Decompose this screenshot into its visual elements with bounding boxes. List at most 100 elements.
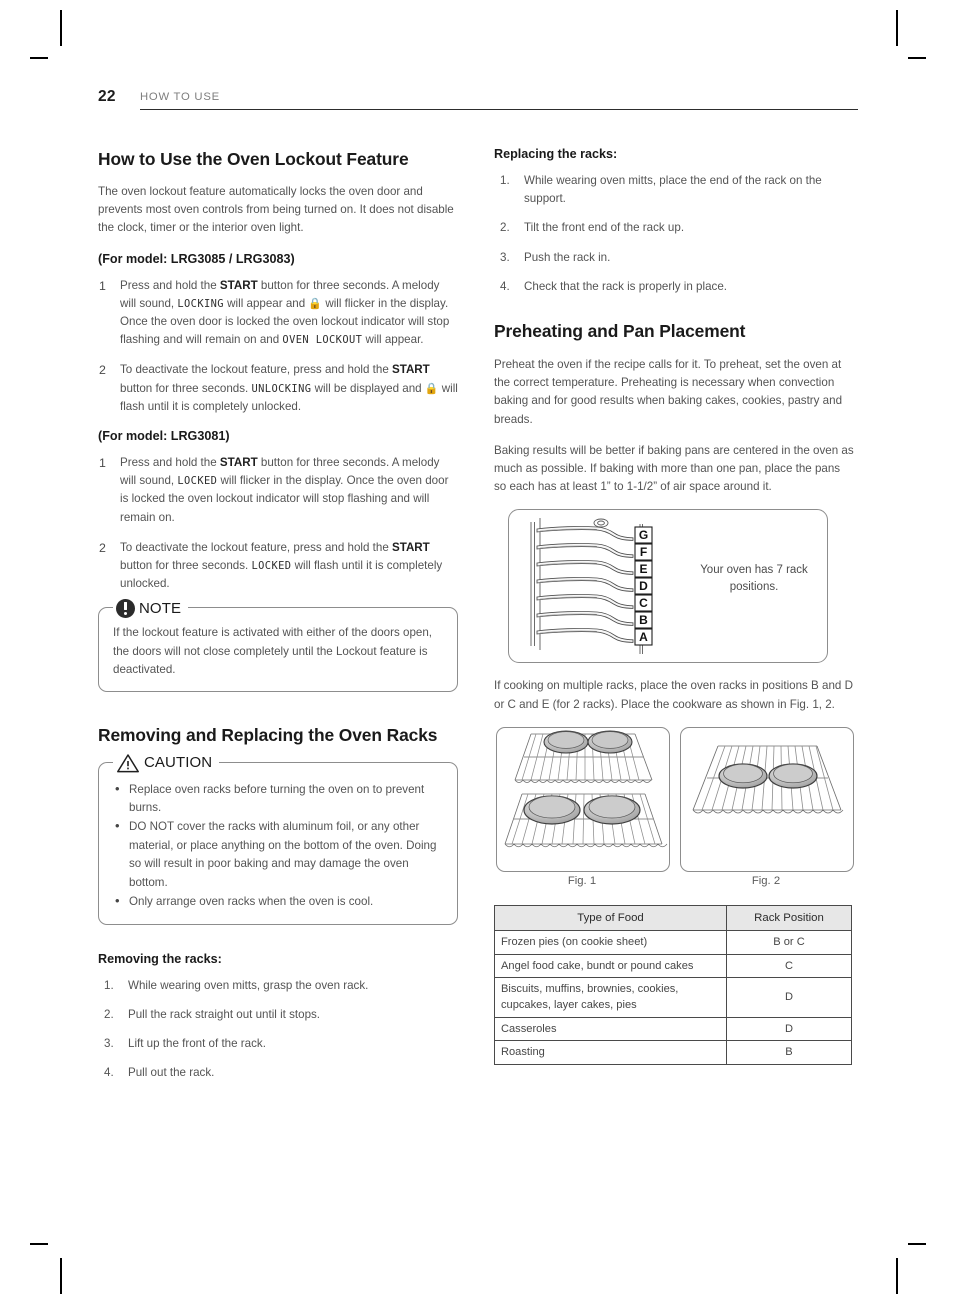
rack-label-letter: G [639, 528, 648, 542]
cell-rack-position: D [726, 977, 852, 1018]
list-number: 2. [500, 221, 510, 235]
running-head: 22 HOW TO USE [98, 88, 858, 114]
lockout-intro-paragraph: The oven lockout feature automatically l… [98, 185, 454, 235]
note-caption: NOTE [113, 597, 189, 620]
replacing-rack-step: 3. Push the rack in. [494, 249, 854, 267]
crop-mark-top-right-horizontal [908, 57, 926, 59]
crop-mark-top-left-vertical [60, 10, 62, 46]
table-header-row: Type of Food Rack Position [494, 904, 852, 932]
caution-callout: CAUTION Replace oven racks before turnin… [98, 751, 458, 925]
list-number: 4. [104, 1066, 114, 1080]
crop-mark-bottom-right-vertical [896, 1258, 898, 1294]
model-heading-lrg3085-lrg3083: (For model: LRG3085 / LRG3083) [98, 251, 295, 266]
figure-2-single-rack [680, 726, 854, 872]
exclamation-circle-icon [116, 598, 135, 618]
cell-rack-position: C [726, 953, 852, 979]
crop-mark-bottom-left-horizontal [30, 1243, 48, 1245]
oven-rack-positions-diagram: GFEDCBA Your oven has 7 rack positions. [508, 509, 828, 664]
list-number: 3. [104, 1036, 114, 1050]
removing-rack-step: 3. Lift up the front of the rack. [98, 1035, 458, 1053]
rack-positions-caption: Your oven has 7 rack positions. [700, 564, 808, 594]
page-number: 22 [98, 88, 116, 105]
note-label: NOTE [139, 599, 182, 617]
table-row: Biscuits, muffins, brownies, cookies, cu… [494, 977, 852, 1018]
figure-2-caption: Fig. 2 [751, 874, 781, 887]
replacing-rack-step: 1. While wearing oven mitts, place the en… [500, 174, 822, 206]
caution-bullet-list: Replace oven racks before turning the ov… [113, 780, 443, 912]
section-title-preheating-pan-placement: Preheating and Pan Placement [494, 321, 746, 342]
rack-label-letter: E [639, 562, 647, 576]
replacing-rack-step: 2. Tilt the front end of the rack up. [494, 219, 854, 237]
lockout-steps-model-b: 1 Press and hold the START button for thr… [98, 454, 458, 593]
removing-racks-steps: 1. While wearing oven mitts, grasp the ov… [98, 977, 458, 1083]
rack-position-table: Type of Food Rack Position Frozen pies (o… [494, 904, 852, 1065]
table-row: Roasting B [494, 1040, 852, 1065]
replacing-rack-step: 4. Check that the rack is properly in pla… [494, 278, 854, 296]
step-number: 2 [99, 363, 106, 378]
crop-mark-bottom-left-vertical [60, 1258, 62, 1294]
note-text: If the lockout feature is activated with… [113, 626, 433, 677]
caution-bullet: DO NOT cover the racks with aluminum foi… [113, 817, 443, 892]
display-text: OVEN LOCKOUT [282, 333, 363, 347]
display-text: LOCKED [251, 559, 292, 573]
figure-1-two-racks [496, 726, 670, 872]
multiple-racks-paragraph: If cooking on multiple racks, place the … [494, 679, 853, 711]
list-number: 4. [500, 279, 510, 293]
replacing-racks-heading: Replacing the racks: [494, 147, 618, 161]
removing-rack-step: 1. While wearing oven mitts, grasp the ov… [98, 977, 458, 995]
rack-label-letter: F [640, 545, 647, 559]
padlock-icon: 🔒 [308, 296, 323, 310]
caution-bullet: Replace oven racks before turning the ov… [113, 780, 443, 818]
section-name: HOW TO USE [140, 91, 220, 103]
cell-type-of-food: Roasting [494, 1040, 727, 1065]
right-column: Replacing the racks: 1. While wearing ove… [494, 146, 854, 1065]
cell-type-of-food: Biscuits, muffins, brownies, cookies, cu… [494, 977, 727, 1018]
step-number: 2 [99, 540, 106, 555]
keyword-start: START [219, 278, 258, 292]
removing-rack-step: 4. Pull out the rack. [98, 1064, 458, 1082]
cell-type-of-food: Casseroles [494, 1016, 727, 1042]
rack-label-letter: D [639, 579, 648, 593]
display-text: LOCKED [177, 474, 218, 488]
crop-mark-top-left-horizontal [30, 57, 48, 59]
figure-1-caption: Fig. 1 [567, 874, 597, 887]
cell-rack-position: B or C [726, 930, 852, 955]
caution-label: CAUTION [144, 754, 213, 772]
table-row: Frozen pies (on cookie sheet) B or C [494, 930, 852, 955]
keyword-start: START [391, 363, 430, 377]
header-rule [140, 109, 858, 111]
replacing-racks-steps: 1. While wearing oven mitts, place the en… [494, 172, 854, 296]
crop-mark-top-right-vertical [896, 10, 898, 46]
caution-caption: CAUTION [113, 751, 220, 774]
cell-rack-position: B [726, 1040, 852, 1065]
cell-type-of-food: Angel food cake, bundt or pound cakes [494, 953, 727, 979]
keyword-start: START [391, 540, 430, 554]
step-item: 1 Press and hold the START button for thr… [99, 456, 449, 524]
step-item: 2 To deactivate the lockout feature, pres… [99, 540, 443, 591]
removing-racks-heading: Removing the racks: [98, 951, 222, 966]
page-content: 22 HOW TO USE How to Use the Oven Lockou… [98, 88, 858, 1208]
crop-mark-bottom-right-horizontal [908, 1243, 926, 1245]
note-callout: NOTE If the lockout feature is activated… [98, 597, 458, 692]
rack-label-letter: A [639, 630, 648, 644]
column-header-rack-position: Rack Position [726, 904, 852, 932]
cell-type-of-food: Frozen pies (on cookie sheet) [494, 930, 727, 955]
left-column: How to Use the Oven Lockout Feature The … [98, 146, 458, 1093]
list-number: 1. [104, 978, 114, 992]
preheating-paragraph-2: Baking results will be better if baking … [494, 443, 854, 494]
list-number: 2. [104, 1007, 114, 1021]
column-header-type-of-food: Type of Food [494, 904, 727, 932]
keyword-start: START [219, 456, 258, 470]
cell-rack-position: D [726, 1016, 852, 1042]
caution-bullet: Only arrange oven racks when the oven is… [113, 892, 443, 911]
figure-row: Fig. 1 Fig. 2 [494, 726, 854, 887]
preheating-paragraph-1: Preheat the oven if the recipe calls for… [494, 358, 843, 426]
model-heading-lrg3081: (For model: LRG3081) [98, 429, 230, 444]
step-number: 1 [99, 456, 106, 471]
lockout-steps-model-a: 1 Press and hold the START button for thr… [98, 277, 458, 416]
removing-rack-step: 2. Pull the rack straight out until it st… [98, 1006, 458, 1024]
list-number: 1. [500, 174, 510, 187]
step-number: 1 [99, 278, 106, 293]
step-item: 2 To deactivate the lockout feature, pres… [99, 363, 458, 413]
display-text: UNLOCKING [251, 382, 312, 395]
